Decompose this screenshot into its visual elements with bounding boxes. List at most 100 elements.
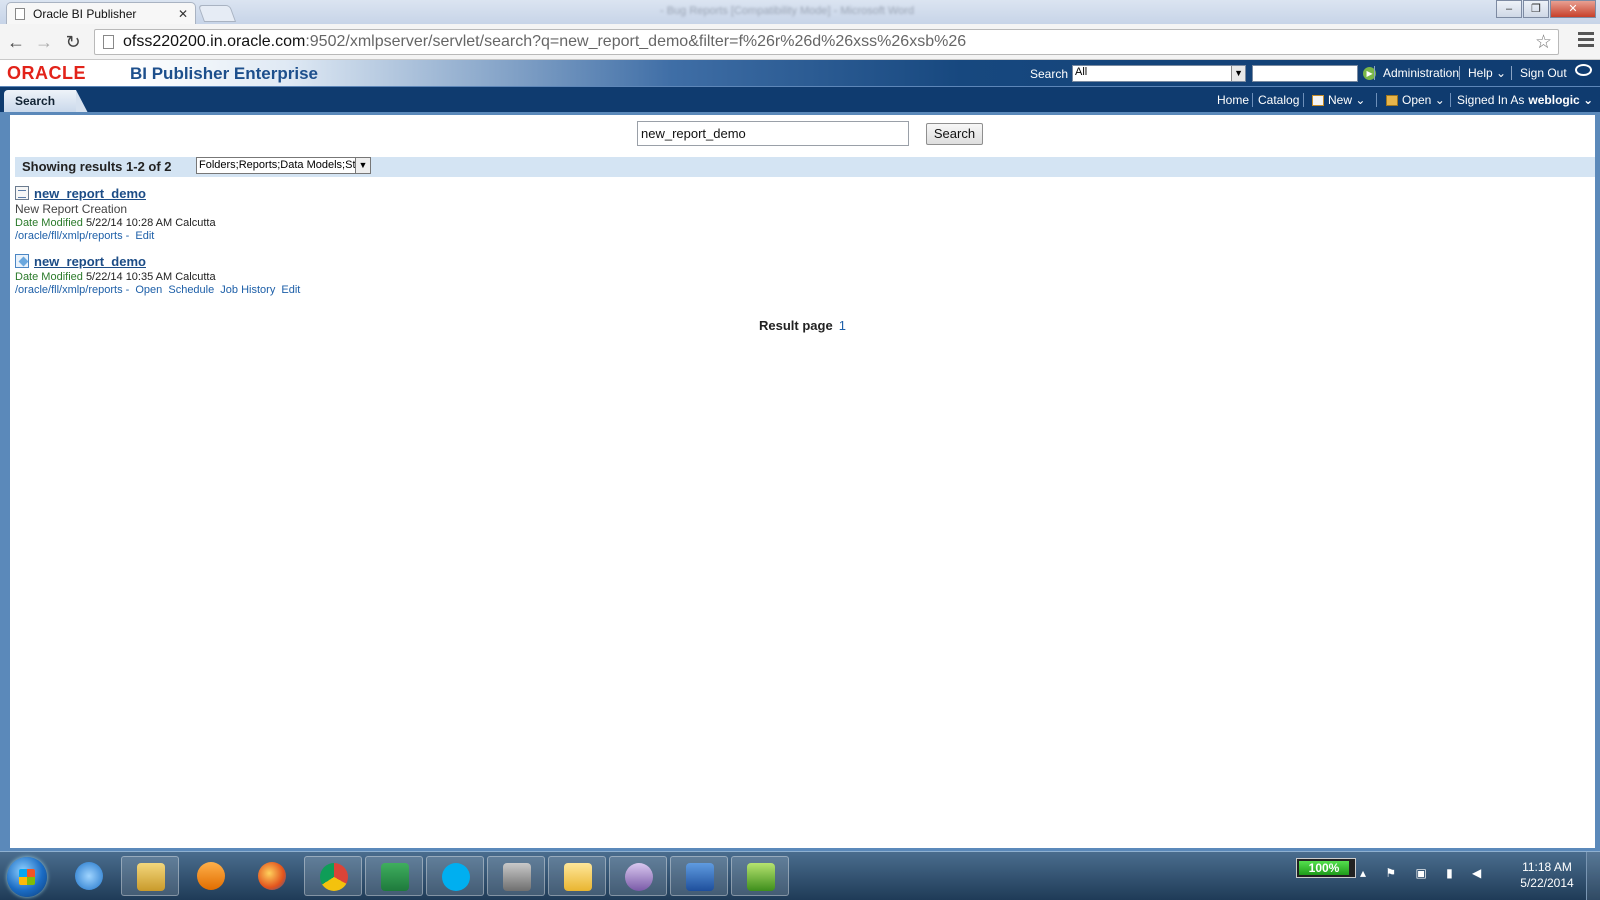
job-history-link[interactable]: Job History (220, 284, 275, 296)
divider (1459, 66, 1460, 80)
list-item: new_report_demo Date Modified 5/22/14 10… (15, 254, 300, 297)
search-input[interactable]: new_report_demo (637, 121, 909, 146)
media-player-icon[interactable] (182, 856, 240, 896)
window-title: - Bug Reports [Compatibility Mode] - Mic… (660, 5, 915, 17)
browser-tab[interactable]: Oracle BI Publisher ✕ (6, 2, 196, 24)
administration-link[interactable]: Administration (1383, 66, 1459, 80)
catalog-link[interactable]: Catalog (1258, 93, 1299, 107)
new-document-icon (1312, 95, 1324, 106)
home-link[interactable]: Home (1217, 93, 1249, 107)
result-type-filter[interactable]: Folders;Reports;Data Models;Style Templa… (196, 157, 371, 174)
page-icon (15, 7, 25, 20)
file-explorer-icon[interactable] (121, 856, 179, 896)
show-desktop-button[interactable] (1586, 852, 1600, 900)
report-icon (15, 254, 29, 268)
date-modified-value: 5/22/14 10:35 AM Calcutta (85, 271, 216, 283)
divider (1303, 93, 1304, 107)
new-tab-button[interactable] (197, 5, 237, 22)
clock-date: 5/22/2014 (1520, 876, 1574, 890)
data-model-icon (15, 186, 29, 200)
close-tab-icon[interactable]: ✕ (175, 7, 191, 21)
global-search-label: Search (1030, 66, 1069, 81)
url-path: :9502/xmlpserver/servlet/search?q=new_re… (305, 33, 967, 50)
global-search: Search All ▼ ▶ (1030, 65, 1377, 82)
sql-developer-icon[interactable] (487, 856, 545, 896)
page-icon (103, 35, 114, 49)
search-results-page: new_report_demo Search Showing results 1… (10, 115, 1595, 848)
windows-logo-icon (19, 869, 35, 885)
chat-icon[interactable] (1575, 64, 1592, 76)
list-item: new_report_demo New Report Creation Date… (15, 186, 216, 243)
browser-tab-strip: Oracle BI Publisher ✕ - Bug Reports [Com… (0, 0, 1600, 24)
battery-indicator[interactable]: 100% (1296, 858, 1356, 878)
close-window-button[interactable]: ✕ (1550, 0, 1596, 18)
new-menu-label: New ⌄ (1328, 93, 1366, 107)
open-menu[interactable]: Open ⌄ (1386, 93, 1445, 107)
firefox-icon[interactable] (243, 856, 301, 896)
result-path-link[interactable]: /oracle/fll/xmlp/reports - (15, 284, 129, 296)
result-title-link[interactable]: new_report_demo (34, 255, 146, 268)
new-menu[interactable]: New ⌄ (1312, 93, 1365, 107)
bookmark-star-icon[interactable]: ☆ (1535, 31, 1552, 54)
edit-link[interactable]: Edit (281, 284, 300, 296)
page-1-link[interactable]: 1 (839, 318, 846, 333)
outlook-icon[interactable] (548, 856, 606, 896)
chevron-down-icon: ▼ (1231, 66, 1246, 81)
help-menu[interactable]: Help ⌄ (1468, 66, 1506, 80)
result-page-label: Result page (759, 318, 833, 333)
open-link[interactable]: Open (135, 284, 162, 296)
internet-explorer-icon[interactable] (60, 856, 118, 896)
browser-tab-title: Oracle BI Publisher (33, 6, 137, 21)
system-clock[interactable]: 11:18 AM 5/22/2014 (1512, 859, 1582, 891)
system-tray-icons[interactable]: ▴ ⚑ ▣ ▮ ◀ (1360, 866, 1489, 880)
divider (1252, 93, 1253, 107)
content-frame: new_report_demo Search Showing results 1… (0, 112, 1600, 851)
oracle-logo: ORACLE (7, 63, 86, 83)
date-modified-value: 5/22/14 10:28 AM Calcutta (85, 217, 216, 229)
divider (1511, 66, 1512, 80)
folder-open-icon (1386, 95, 1398, 106)
divider (1376, 93, 1377, 107)
date-modified-label: Date Modified (15, 217, 83, 229)
result-title-link[interactable]: new_report_demo (34, 187, 146, 200)
result-path-link[interactable]: /oracle/fll/xmlp/reports - (15, 230, 129, 242)
clock-time: 11:18 AM (1522, 860, 1572, 874)
open-menu-label: Open ⌄ (1402, 93, 1445, 107)
divider (1374, 66, 1375, 80)
back-icon[interactable]: ← (5, 31, 27, 53)
username: weblogic ⌄ (1528, 93, 1594, 107)
global-search-input[interactable] (1252, 65, 1359, 82)
app-tab-bar: Search Home Catalog New ⌄ Open ⌄ Signed … (0, 86, 1600, 113)
project-icon[interactable] (731, 856, 789, 896)
divider (1450, 93, 1451, 107)
tab-search[interactable]: Search (4, 90, 88, 113)
battery-level: 100% (1299, 861, 1349, 875)
product-title: BI Publisher Enterprise (130, 64, 318, 83)
word-icon[interactable] (670, 856, 728, 896)
skype-icon[interactable] (426, 856, 484, 896)
minimize-button[interactable]: – (1496, 0, 1522, 18)
search-scope-value: All (1075, 66, 1088, 78)
start-button[interactable] (7, 857, 47, 897)
address-bar[interactable]: ofss220200.in.oracle.com:9502/xmlpserver… (94, 29, 1559, 55)
app-header: ORACLE BI Publisher Enterprise Search Al… (0, 60, 1600, 86)
windows-taskbar: 100% ▴ ⚑ ▣ ▮ ◀ 11:18 AM 5/22/2014 (0, 851, 1600, 900)
edit-link[interactable]: Edit (135, 230, 154, 242)
schedule-link[interactable]: Schedule (168, 284, 214, 296)
reload-icon[interactable]: ↻ (62, 31, 84, 53)
date-modified-label: Date Modified (15, 271, 83, 283)
chrome-icon[interactable] (304, 856, 362, 896)
restore-button[interactable]: ❐ (1523, 0, 1549, 18)
excel-icon[interactable] (365, 856, 423, 896)
signed-in-label: Signed In As (1457, 93, 1525, 107)
forward-icon[interactable]: → (33, 31, 55, 53)
result-description: New Report Creation (15, 202, 128, 216)
browser-menu-icon[interactable] (1578, 32, 1594, 50)
pidgin-icon[interactable] (609, 856, 667, 896)
window-controls: – ❐ ✕ (1495, 0, 1596, 18)
search-button[interactable]: Search (926, 123, 983, 145)
search-scope-select[interactable]: All ▼ (1072, 65, 1247, 82)
chevron-down-icon: ▼ (355, 158, 370, 173)
sign-out-link[interactable]: Sign Out (1520, 66, 1567, 80)
user-menu[interactable]: Signed In As weblogic ⌄ (1457, 93, 1593, 107)
